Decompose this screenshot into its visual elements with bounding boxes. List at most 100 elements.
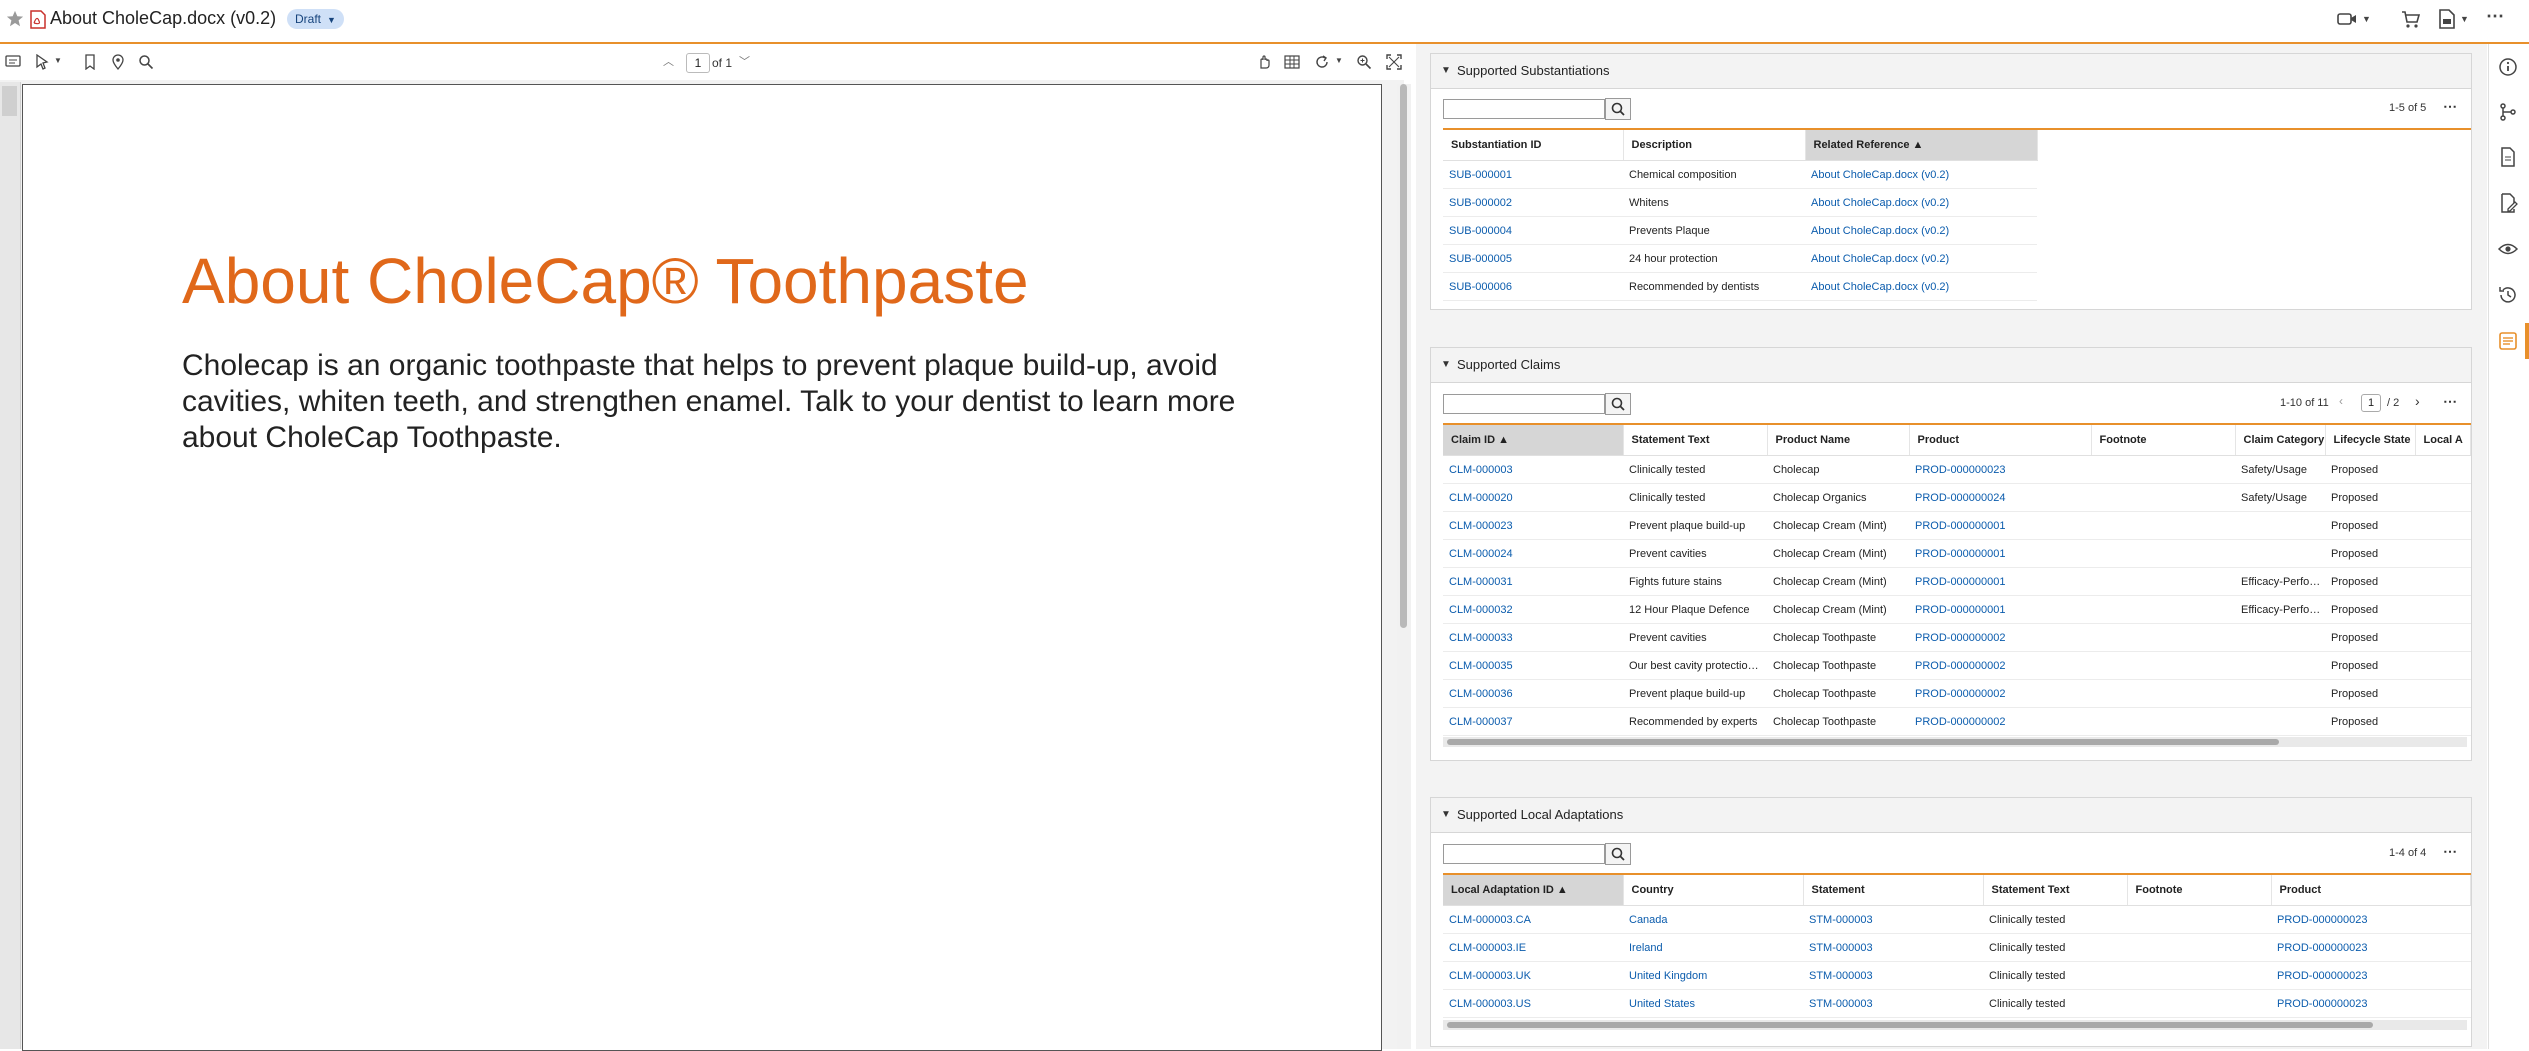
record-link[interactable]: PROD-000000023: [2271, 961, 2471, 990]
chevron-down-icon[interactable]: ▼: [2460, 14, 2469, 24]
column-header[interactable]: Product Name: [1767, 425, 1910, 456]
previous-page-icon[interactable]: ‹: [2339, 394, 2343, 408]
chevron-down-icon[interactable]: ▼: [54, 56, 62, 65]
record-link[interactable]: About CholeCap.docx (v0.2): [1805, 188, 2037, 217]
table-row[interactable]: CLM-000033 Prevent cavities Cholecap Tooth…: [1443, 623, 2471, 652]
column-header[interactable]: Product: [2271, 875, 2471, 906]
next-page-icon[interactable]: ﹀: [739, 53, 750, 69]
more-options-icon[interactable]: ⋯: [2443, 98, 2458, 115]
column-header[interactable]: Statement Text: [1623, 425, 1768, 456]
star-icon[interactable]: [6, 10, 24, 28]
record-link[interactable]: United States: [1623, 989, 1803, 1018]
edit-document-icon[interactable]: [2497, 192, 2519, 214]
page-number-input[interactable]: 1: [2361, 394, 2381, 412]
table-row[interactable]: SUB-000002 Whitens About CholeCap.docx (v0…: [1443, 188, 2471, 217]
section-header[interactable]: ▼ Supported Local Adaptations: [1431, 798, 2471, 833]
more-options-icon[interactable]: ⋯: [2443, 843, 2458, 860]
record-link[interactable]: PROD-000000023: [1909, 455, 2091, 484]
record-link[interactable]: STM-000003: [1803, 989, 1983, 1018]
more-options-icon[interactable]: ⋯: [2443, 393, 2458, 410]
table-row[interactable]: CLM-000003.IE Ireland STM-000003 Clinically…: [1443, 933, 2471, 962]
record-link[interactable]: CLM-000032: [1443, 595, 1623, 624]
table-row[interactable]: CLM-000032 12 Hour Plaque Defence Cholecap…: [1443, 595, 2471, 624]
annotations-icon[interactable]: [2497, 330, 2519, 352]
table-row[interactable]: CLM-000003 Clinically tested Cholecap PROD-…: [1443, 455, 2471, 484]
column-header[interactable]: Product: [1909, 425, 2092, 456]
more-icon[interactable]: ⋯: [2486, 6, 2504, 27]
record-link[interactable]: About CholeCap.docx (v0.2): [1805, 272, 2037, 301]
next-page-icon[interactable]: ›: [2415, 393, 2420, 409]
search-input[interactable]: [1443, 844, 1605, 864]
column-header[interactable]: Statement Text: [1983, 875, 2128, 906]
eye-icon[interactable]: [2497, 238, 2519, 260]
comment-icon[interactable]: [5, 54, 21, 70]
table-row[interactable]: SUB-000004 Prevents Plaque About CholeCap.…: [1443, 216, 2471, 245]
previous-page-icon[interactable]: ︿: [663, 53, 674, 69]
record-link[interactable]: PROD-000000023: [2271, 933, 2471, 962]
record-link[interactable]: PROD-000000023: [2271, 905, 2471, 934]
section-header[interactable]: ▼ Supported Substantiations: [1431, 54, 2471, 89]
record-link[interactable]: CLM-000031: [1443, 567, 1623, 596]
record-link[interactable]: CLM-000003: [1443, 455, 1623, 484]
record-link[interactable]: Canada: [1623, 905, 1803, 934]
column-header[interactable]: Claim Category: [2235, 425, 2326, 456]
table-row[interactable]: SUB-000006 Recommended by dentists About C…: [1443, 272, 2471, 301]
record-link[interactable]: About CholeCap.docx (v0.2): [1805, 160, 2037, 189]
pin-icon[interactable]: [110, 54, 126, 70]
record-link[interactable]: PROD-000000002: [1909, 707, 2091, 736]
thumbnail-strip[interactable]: [0, 82, 21, 1049]
section-header[interactable]: ▼ Supported Claims: [1431, 348, 2471, 383]
record-link[interactable]: CLM-000003.CA: [1443, 905, 1623, 934]
column-header[interactable]: Local Adaptation ID ▲: [1443, 875, 1624, 906]
record-link[interactable]: STM-000003: [1803, 933, 1983, 962]
search-input[interactable]: [1443, 99, 1605, 119]
record-link[interactable]: SUB-000006: [1443, 272, 1623, 301]
horizontal-scrollbar[interactable]: [1443, 1020, 2467, 1030]
horizontal-scrollbar[interactable]: [1443, 737, 2467, 747]
page-number-input[interactable]: 1: [686, 53, 710, 73]
thumbnail-marker[interactable]: [2, 86, 17, 116]
table-row[interactable]: CLM-000020 Clinically tested Cholecap Orga…: [1443, 483, 2471, 512]
table-row[interactable]: CLM-000003.CA Canada STM-000003 Clinically …: [1443, 905, 2471, 934]
record-link[interactable]: CLM-000003.IE: [1443, 933, 1623, 962]
record-link[interactable]: CLM-000023: [1443, 511, 1623, 540]
cart-icon[interactable]: [2400, 8, 2422, 30]
column-header[interactable]: Description: [1623, 130, 1806, 161]
table-row[interactable]: SUB-000001 Chemical composition About Chol…: [1443, 160, 2471, 189]
chevron-down-icon[interactable]: ▼: [1335, 56, 1343, 65]
collapse-icon[interactable]: ▼: [1441, 348, 1451, 382]
collapse-icon[interactable]: ▼: [1441, 798, 1451, 832]
record-link[interactable]: About CholeCap.docx (v0.2): [1805, 216, 2037, 245]
column-header[interactable]: Substantiation ID: [1443, 130, 1624, 161]
column-header[interactable]: Claim ID ▲: [1443, 425, 1624, 456]
column-header[interactable]: Footnote: [2127, 875, 2272, 906]
record-link[interactable]: PROD-000000023: [2271, 989, 2471, 1018]
record-link[interactable]: SUB-000002: [1443, 188, 1623, 217]
chevron-down-icon[interactable]: ▼: [2362, 14, 2371, 24]
viewer-scrollbar[interactable]: [1397, 84, 1411, 1049]
record-link[interactable]: CLM-000003.UK: [1443, 961, 1623, 990]
record-link[interactable]: PROD-000000002: [1909, 623, 2091, 652]
table-row[interactable]: CLM-000031 Fights future stains Cholecap C…: [1443, 567, 2471, 596]
search-button[interactable]: [1605, 843, 1631, 865]
scrollbar-thumb[interactable]: [1447, 1022, 2373, 1028]
table-row[interactable]: SUB-000005 24 hour protection About CholeC…: [1443, 244, 2471, 273]
record-link[interactable]: CLM-000020: [1443, 483, 1623, 512]
zoom-in-icon[interactable]: [1356, 54, 1372, 70]
record-link[interactable]: PROD-000000001: [1909, 567, 2091, 596]
record-link[interactable]: CLM-000035: [1443, 651, 1623, 680]
scrollbar-thumb[interactable]: [1447, 739, 2279, 745]
search-button[interactable]: [1605, 98, 1631, 120]
document-menu-icon[interactable]: [2436, 8, 2458, 30]
column-header[interactable]: Related Reference ▲: [1805, 130, 2038, 161]
column-header[interactable]: Country: [1623, 875, 1804, 906]
record-link[interactable]: STM-000003: [1803, 961, 1983, 990]
table-row[interactable]: CLM-000037 Recommended by experts Cholecap…: [1443, 707, 2471, 736]
workflow-icon[interactable]: [2497, 101, 2519, 123]
table-row[interactable]: CLM-000024 Prevent cavities Cholecap Cream…: [1443, 539, 2471, 568]
record-link[interactable]: About CholeCap.docx (v0.2): [1805, 244, 2037, 273]
video-icon[interactable]: [2336, 8, 2358, 30]
table-row[interactable]: CLM-000036 Prevent plaque build-up Choleca…: [1443, 679, 2471, 708]
collapse-icon[interactable]: ▼: [1441, 54, 1451, 88]
column-header[interactable]: Statement: [1803, 875, 1984, 906]
